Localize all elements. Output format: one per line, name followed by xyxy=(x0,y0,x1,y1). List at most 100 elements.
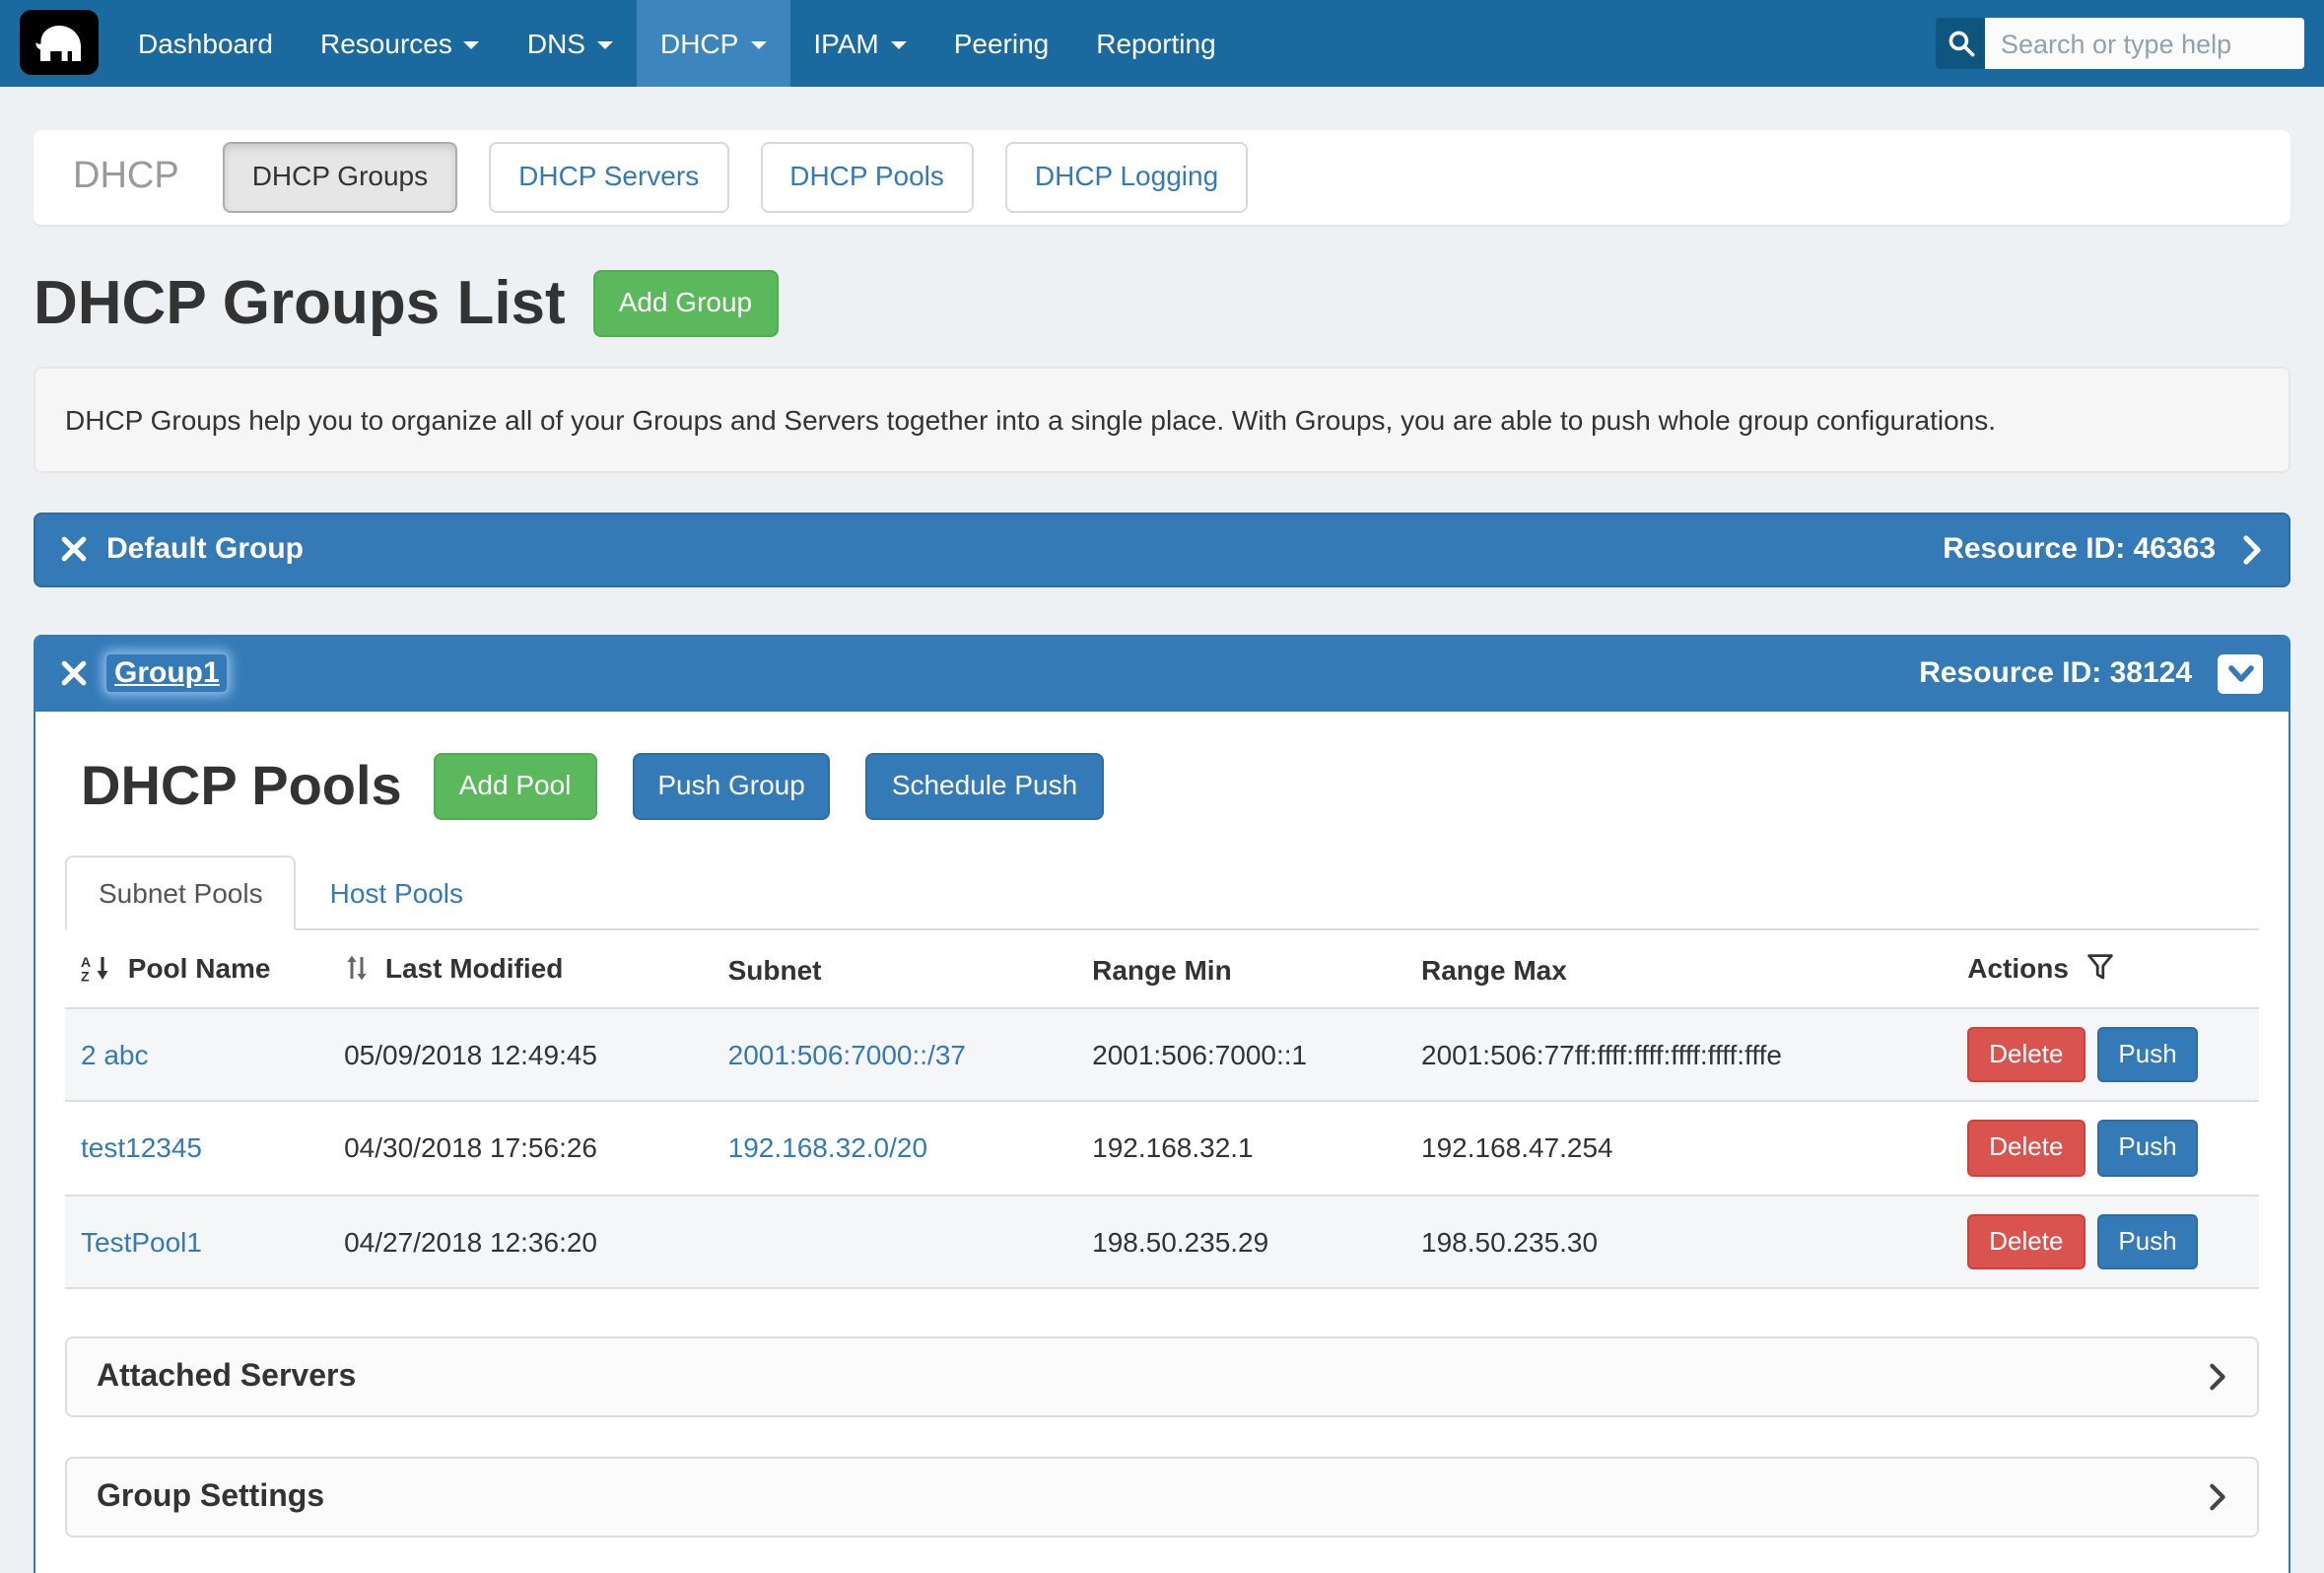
page-title: DHCP Groups List xyxy=(34,268,566,339)
group-name-link[interactable]: Group1 xyxy=(106,655,228,693)
add-group-button[interactable]: Add Group xyxy=(593,270,778,337)
range-min-value: 192.168.32.1 xyxy=(1092,1132,1254,1164)
col-header-range-max[interactable]: Range Max xyxy=(1405,930,1951,1008)
delete-pool-button[interactable]: Delete xyxy=(1967,1027,2085,1083)
group-header-group1[interactable]: Group1 Resource ID: 38124 xyxy=(35,637,2289,712)
tab-subnet-pools[interactable]: Subnet Pools xyxy=(65,855,297,930)
range-min-value: 2001:506:7000::1 xyxy=(1092,1039,1307,1070)
last-modified-value: 04/30/2018 17:56:26 xyxy=(344,1132,597,1164)
tab-dhcp-groups[interactable]: DHCP Groups xyxy=(223,142,457,213)
delete-pool-button[interactable]: Delete xyxy=(1967,1213,2085,1269)
pool-name-link[interactable]: TestPool1 xyxy=(81,1226,202,1258)
col-header-label: Actions xyxy=(1967,953,2069,985)
group-panel-group1: Group1 Resource ID: 38124 DHCP Pools Add… xyxy=(34,635,2290,1573)
nav-dashboard[interactable]: Dashboard xyxy=(114,0,297,87)
chevron-right-icon xyxy=(2241,534,2263,566)
col-header-last-modified[interactable]: Last Modified xyxy=(328,930,713,1008)
group1-body: DHCP Pools Add Pool Push Group Schedule … xyxy=(35,712,2289,1573)
range-min-value: 198.50.235.29 xyxy=(1092,1226,1268,1258)
pool-name-link[interactable]: 2 abc xyxy=(81,1039,149,1070)
accordion-attached-servers[interactable]: Attached Servers xyxy=(65,1336,2259,1417)
schedule-push-button[interactable]: Schedule Push xyxy=(866,753,1103,820)
caret-down-icon xyxy=(464,41,480,49)
table-header-row: A Z Pool Name xyxy=(65,930,2259,1008)
chevron-right-icon xyxy=(2208,1362,2227,1392)
add-pool-button[interactable]: Add Pool xyxy=(434,753,597,820)
col-header-subnet[interactable]: Subnet xyxy=(713,930,1077,1008)
magnifier-icon xyxy=(1947,30,1974,57)
col-header-pool-name[interactable]: A Z Pool Name xyxy=(65,930,328,1008)
remove-group-icon[interactable] xyxy=(61,537,87,563)
nav-reporting[interactable]: Reporting xyxy=(1072,0,1239,87)
nav-dhcp[interactable]: DHCP xyxy=(637,0,789,87)
push-pool-button[interactable]: Push xyxy=(2096,1027,2198,1083)
expand-group-button[interactable] xyxy=(2241,534,2263,566)
nav-label: Dashboard xyxy=(138,28,273,59)
nav-label: Peering xyxy=(954,28,1050,59)
range-max-value: 198.50.235.30 xyxy=(1421,1226,1598,1258)
nav-label: Resources xyxy=(320,28,452,59)
caret-down-icon xyxy=(597,41,613,49)
tab-host-pools[interactable]: Host Pools xyxy=(297,855,497,930)
nav-label: DHCP xyxy=(660,28,738,59)
pool-tabs: Subnet Pools Host Pools xyxy=(65,855,2259,930)
col-header-actions[interactable]: Actions xyxy=(1951,930,2259,1008)
col-header-label: Subnet xyxy=(728,954,822,986)
tab-dhcp-servers[interactable]: DHCP Servers xyxy=(489,142,728,213)
last-modified-value: 05/09/2018 12:49:45 xyxy=(344,1039,597,1070)
group-header-default-group[interactable]: Default Group Resource ID: 46363 xyxy=(34,513,2290,587)
pools-title: DHCP Pools xyxy=(81,755,402,818)
resource-id: Resource ID: 46363 xyxy=(1943,533,2216,567)
nav-dns[interactable]: DNS xyxy=(504,0,637,87)
col-header-label: Last Modified xyxy=(385,952,563,984)
accordion-group-settings[interactable]: Group Settings xyxy=(65,1457,2259,1538)
group-name[interactable]: Default Group xyxy=(106,533,304,567)
col-header-label: Range Min xyxy=(1092,954,1232,986)
search-input[interactable] xyxy=(1985,18,2304,69)
nav-label: IPAM xyxy=(813,28,878,59)
accordion-label: Attached Servers xyxy=(97,1359,356,1395)
delete-pool-button[interactable]: Delete xyxy=(1967,1120,2085,1176)
nav-ipam[interactable]: IPAM xyxy=(789,0,929,87)
resource-id: Resource ID: 38124 xyxy=(1919,657,2192,691)
sort-alpha-asc-icon: A Z xyxy=(81,956,118,988)
mammoth-icon xyxy=(32,19,87,66)
chevron-down-icon xyxy=(2226,664,2254,684)
accordion-label: Group Settings xyxy=(97,1479,324,1515)
sort-updown-icon xyxy=(344,956,376,988)
nav-resources[interactable]: Resources xyxy=(297,0,504,87)
tab-dhcp-pools[interactable]: DHCP Pools xyxy=(760,142,974,213)
col-header-label: Pool Name xyxy=(128,952,271,984)
range-max-value: 192.168.47.254 xyxy=(1421,1132,1613,1164)
section-label: DHCP xyxy=(73,156,179,199)
subnet-link[interactable]: 2001:506:7000::/37 xyxy=(728,1039,966,1070)
nav-label: Reporting xyxy=(1096,28,1215,59)
close-icon xyxy=(61,661,87,687)
col-header-range-min[interactable]: Range Min xyxy=(1076,930,1405,1008)
pools-header: DHCP Pools Add Pool Push Group Schedule … xyxy=(65,741,2259,820)
range-max-value: 2001:506:77ff:ffff:ffff:ffff:ffff:fffe xyxy=(1421,1039,1782,1070)
close-icon xyxy=(61,537,87,563)
push-pool-button[interactable]: Push xyxy=(2096,1213,2198,1269)
tab-dhcp-logging[interactable]: DHCP Logging xyxy=(1005,142,1248,213)
pool-name-link[interactable]: test12345 xyxy=(81,1132,202,1164)
dhcp-subnav: DHCP DHCP Groups DHCP Servers DHCP Pools… xyxy=(34,130,2290,225)
top-navbar: Dashboard Resources DNS DHCP IPAM Peerin… xyxy=(0,0,2324,87)
search-icon[interactable] xyxy=(1936,18,1985,69)
remove-group-icon[interactable] xyxy=(61,661,87,687)
subnet-link[interactable]: 192.168.32.0/20 xyxy=(728,1132,927,1164)
push-group-button[interactable]: Push Group xyxy=(632,753,830,820)
table-row: 2 abc 05/09/2018 12:49:45 2001:506:7000:… xyxy=(65,1008,2259,1102)
nav-peering[interactable]: Peering xyxy=(930,0,1073,87)
title-row: DHCP Groups List Add Group xyxy=(34,268,2290,339)
brand-logo[interactable] xyxy=(20,10,99,75)
filter-icon[interactable] xyxy=(2088,955,2114,987)
app: Dashboard Resources DNS DHCP IPAM Peerin… xyxy=(0,0,2324,1573)
subnet-pools-table: A Z Pool Name xyxy=(65,930,2259,1290)
push-pool-button[interactable]: Push xyxy=(2096,1120,2198,1176)
last-modified-value: 04/27/2018 12:36:20 xyxy=(344,1226,597,1258)
svg-text:A: A xyxy=(81,954,91,970)
collapse-group-button[interactable] xyxy=(2218,654,2263,694)
table-row: test12345 04/30/2018 17:56:26 192.168.32… xyxy=(65,1101,2259,1195)
nav-label: DNS xyxy=(527,28,585,59)
